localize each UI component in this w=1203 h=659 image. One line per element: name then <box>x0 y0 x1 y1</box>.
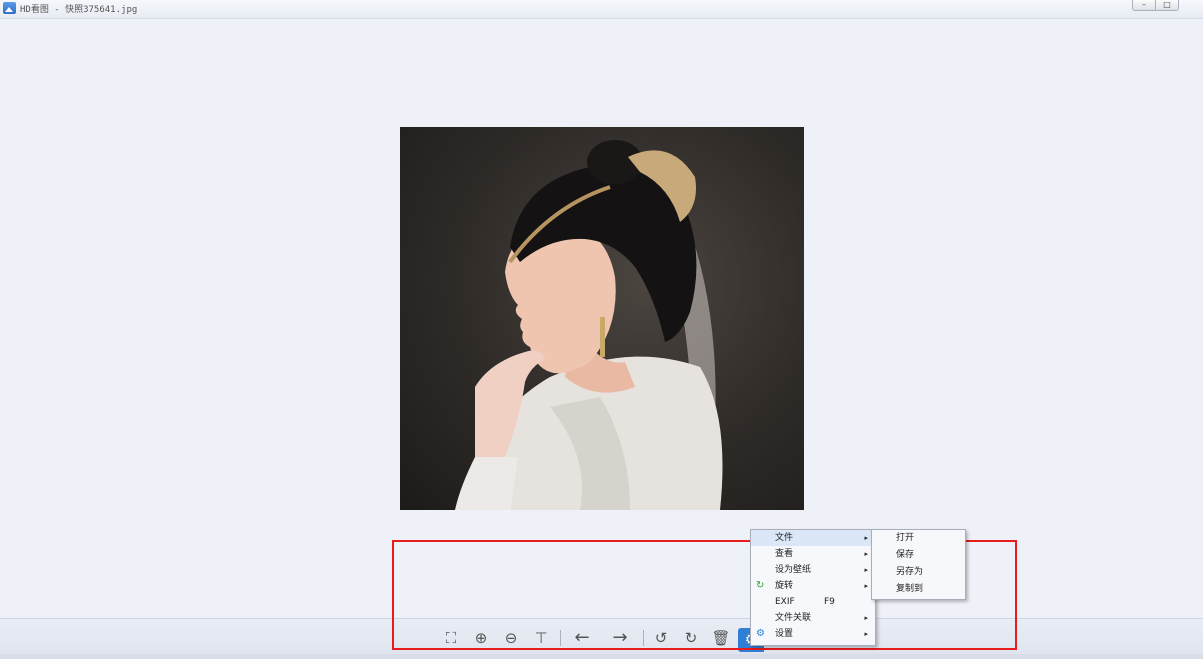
submenu-arrow-icon: ▸ <box>864 630 868 638</box>
file-submenu: 打开 保存 另存为 复制到 <box>871 529 966 600</box>
menu-item-label: 查看 <box>775 549 794 559</box>
submenu-item-save[interactable]: 保存 <box>872 547 965 564</box>
menu-item-label: EXIF <box>775 597 795 607</box>
window-controls: – □ <box>1132 0 1179 11</box>
menu-item-settings[interactable]: ⚙ 设置 ▸ <box>751 626 875 642</box>
menu-item-label: 文件 <box>775 533 794 543</box>
menu-item-label: 文件关联 <box>775 613 812 623</box>
context-menu: 文件 ▸ 查看 ▸ 设为壁纸 ▸ ↻ 旋转 ▸ EXIF F9 文件关联 ▸ ⚙… <box>750 529 876 646</box>
menu-item-label: 旋转 <box>775 581 794 591</box>
submenu-item-open[interactable]: 打开 <box>872 530 965 547</box>
minimize-button[interactable]: – <box>1132 0 1156 11</box>
menu-item-file[interactable]: 文件 ▸ <box>751 530 875 546</box>
menu-item-exif[interactable]: EXIF F9 <box>751 594 875 610</box>
refresh-icon: ↻ <box>756 580 765 591</box>
app-icon <box>3 2 16 14</box>
submenu-arrow-icon: ▸ <box>864 534 868 542</box>
menu-item-view[interactable]: 查看 ▸ <box>751 546 875 562</box>
maximize-button[interactable]: □ <box>1156 0 1179 11</box>
status-strip <box>0 654 1203 659</box>
submenu-arrow-icon: ▸ <box>864 566 868 574</box>
menu-item-set-wallpaper[interactable]: 设为壁纸 ▸ <box>751 562 875 578</box>
photo-viewer-image <box>400 127 804 510</box>
menu-item-rotate[interactable]: ↻ 旋转 ▸ <box>751 578 875 594</box>
menu-shortcut: F9 <box>824 597 835 607</box>
title-bar: HD看图 - 快照375641.jpg – □ <box>0 0 1203 19</box>
submenu-arrow-icon: ▸ <box>864 550 868 558</box>
portrait-illustration <box>455 140 723 510</box>
menu-item-label: 设为壁纸 <box>775 565 812 575</box>
submenu-item-save-as[interactable]: 另存为 <box>872 564 965 581</box>
submenu-arrow-icon: ▸ <box>864 614 868 622</box>
submenu-item-copy-to[interactable]: 复制到 <box>872 581 965 598</box>
menu-item-label: 设置 <box>775 629 794 639</box>
gear-icon: ⚙ <box>756 628 765 639</box>
submenu-arrow-icon: ▸ <box>864 582 868 590</box>
menu-item-file-association[interactable]: 文件关联 ▸ <box>751 610 875 626</box>
window-title: HD看图 - 快照375641.jpg <box>20 5 138 15</box>
